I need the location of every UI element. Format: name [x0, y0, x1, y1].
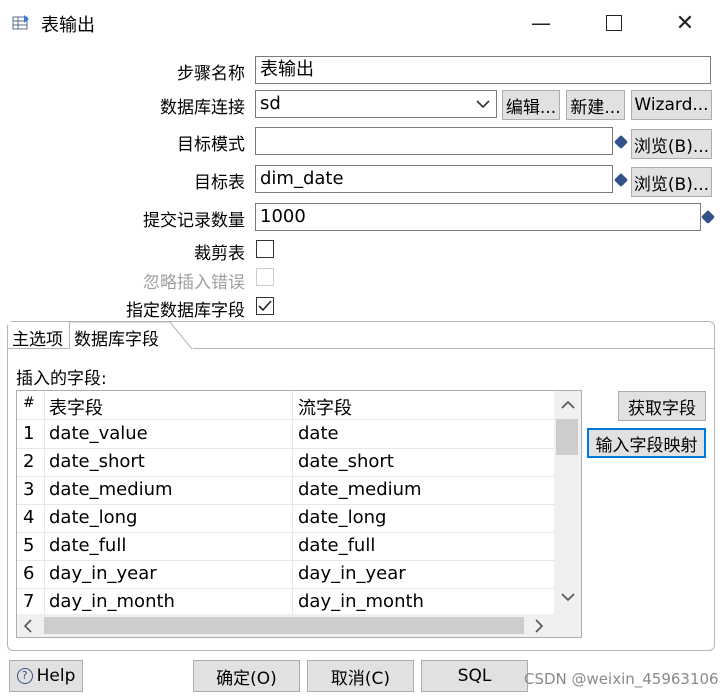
- browse-schema-button[interactable]: 浏览(B)...: [631, 129, 712, 159]
- vertical-scrollbar[interactable]: [554, 391, 581, 614]
- db-connection-label: 数据库连接: [160, 98, 245, 118]
- horizontal-scrollbar[interactable]: [17, 614, 581, 637]
- minimize-icon: —: [531, 11, 551, 35]
- target-schema-label: 目标模式: [177, 135, 245, 155]
- stream-field-cell[interactable]: date_full: [298, 535, 375, 556]
- target-table-input[interactable]: dim_date: [255, 165, 613, 193]
- table-row[interactable]: 5 date_full date_full: [17, 532, 554, 561]
- fields-panel-label: 插入的字段:: [16, 369, 107, 389]
- stream-field-cell[interactable]: date_short: [298, 451, 394, 472]
- map-fields-button[interactable]: 输入字段映射: [587, 428, 706, 458]
- ok-button[interactable]: 确定(O): [193, 660, 300, 692]
- row-index: 7: [23, 591, 35, 612]
- minimize-button[interactable]: —: [518, 8, 564, 38]
- scroll-down-icon[interactable]: [561, 593, 575, 602]
- help-button-label: Help: [36, 666, 76, 686]
- row-index: 3: [23, 479, 35, 500]
- browse-table-button[interactable]: 浏览(B)...: [631, 167, 712, 197]
- tab-divider: [193, 348, 714, 349]
- step-name-input[interactable]: 表输出: [255, 56, 711, 84]
- stream-field-cell[interactable]: date_long: [298, 507, 386, 528]
- target-schema-input[interactable]: [255, 127, 613, 155]
- tab-main-options-label: 主选项: [12, 330, 63, 350]
- table-field-cell[interactable]: day_in_year: [49, 563, 157, 584]
- table-output-icon: [12, 15, 29, 30]
- maximize-button[interactable]: [591, 8, 637, 38]
- maximize-icon: [606, 15, 622, 31]
- row-index: 6: [23, 563, 35, 584]
- specify-fields-label: 指定数据库字段: [126, 301, 245, 321]
- db-connection-value: sd: [260, 93, 281, 114]
- column-header-table-field[interactable]: 表字段: [49, 394, 103, 420]
- stream-field-cell[interactable]: day_in_month: [298, 591, 424, 612]
- checkmark-icon: [258, 300, 272, 312]
- cancel-button[interactable]: 取消(C): [307, 660, 414, 692]
- table-field-cell[interactable]: day_in_month: [49, 591, 175, 612]
- new-connection-button[interactable]: 新建...: [566, 90, 625, 120]
- help-button[interactable]: ? Help: [9, 660, 83, 692]
- column-header-index: #: [23, 395, 35, 411]
- ignore-errors-checkbox: [256, 268, 274, 286]
- table-row[interactable]: 4 date_long date_long: [17, 504, 554, 533]
- close-icon: ✕: [675, 10, 695, 36]
- tab-main-options[interactable]: 主选项: [8, 322, 70, 350]
- target-table-label: 目标表: [194, 173, 245, 193]
- table-row[interactable]: 6 day_in_year day_in_year: [17, 560, 554, 589]
- row-index: 2: [23, 451, 35, 472]
- commit-size-input[interactable]: 1000: [255, 203, 701, 231]
- specify-fields-checkbox[interactable]: [256, 297, 274, 315]
- table-field-cell[interactable]: date_medium: [49, 479, 173, 500]
- table-row[interactable]: 1 date_value date: [17, 420, 554, 449]
- tab-db-fields-label: 数据库字段: [74, 330, 159, 350]
- variable-icon: [700, 209, 716, 225]
- table-row[interactable]: 3 date_medium date_medium: [17, 476, 554, 505]
- table-header: # 表字段 流字段: [17, 391, 554, 420]
- table-row[interactable]: 2 date_short date_short: [17, 448, 554, 477]
- truncate-checkbox[interactable]: [256, 240, 274, 258]
- ignore-errors-label: 忽略插入错误: [143, 273, 245, 293]
- vertical-scroll-thumb[interactable]: [556, 419, 578, 455]
- sql-button[interactable]: SQL: [421, 660, 528, 692]
- stream-field-cell[interactable]: date_medium: [298, 479, 422, 500]
- scroll-left-icon[interactable]: [23, 619, 32, 633]
- window-title: 表输出: [41, 15, 95, 36]
- tab-db-fields[interactable]: 数据库字段: [74, 325, 159, 350]
- stream-field-cell[interactable]: day_in_year: [298, 563, 406, 584]
- scroll-right-icon[interactable]: [535, 619, 544, 633]
- watermark: CSDN @weixin_45963106: [524, 670, 719, 688]
- fields-table[interactable]: # 表字段 流字段 1 date_value date 2 date_short…: [16, 390, 582, 638]
- table-field-cell[interactable]: date_value: [49, 423, 148, 444]
- truncate-label: 裁剪表: [194, 244, 245, 264]
- scroll-up-icon[interactable]: [561, 400, 575, 409]
- wizard-button[interactable]: Wizard...: [631, 90, 712, 120]
- step-name-label: 步骤名称: [177, 64, 245, 84]
- chevron-down-icon: [476, 100, 490, 109]
- get-fields-button[interactable]: 获取字段: [618, 391, 706, 421]
- table-row[interactable]: 7 day_in_month day_in_month: [17, 588, 554, 616]
- variable-icon: [613, 172, 629, 188]
- table-field-cell[interactable]: date_short: [49, 451, 145, 472]
- column-header-stream-field[interactable]: 流字段: [298, 394, 352, 420]
- table-field-cell[interactable]: date_long: [49, 507, 137, 528]
- table-field-cell[interactable]: date_full: [49, 535, 126, 556]
- edit-connection-button[interactable]: 编辑...: [502, 90, 560, 120]
- variable-icon: [613, 134, 629, 150]
- help-icon: ?: [16, 668, 33, 684]
- horizontal-scroll-thumb[interactable]: [44, 617, 524, 634]
- title-bar: 表输出 — ✕: [0, 0, 722, 46]
- row-index: 4: [23, 507, 35, 528]
- db-connection-select[interactable]: sd: [255, 90, 497, 118]
- close-button[interactable]: ✕: [662, 8, 708, 38]
- stream-field-cell[interactable]: date: [298, 423, 339, 444]
- row-index: 5: [23, 535, 35, 556]
- commit-size-label: 提交记录数量: [143, 211, 245, 231]
- row-index: 1: [23, 423, 35, 444]
